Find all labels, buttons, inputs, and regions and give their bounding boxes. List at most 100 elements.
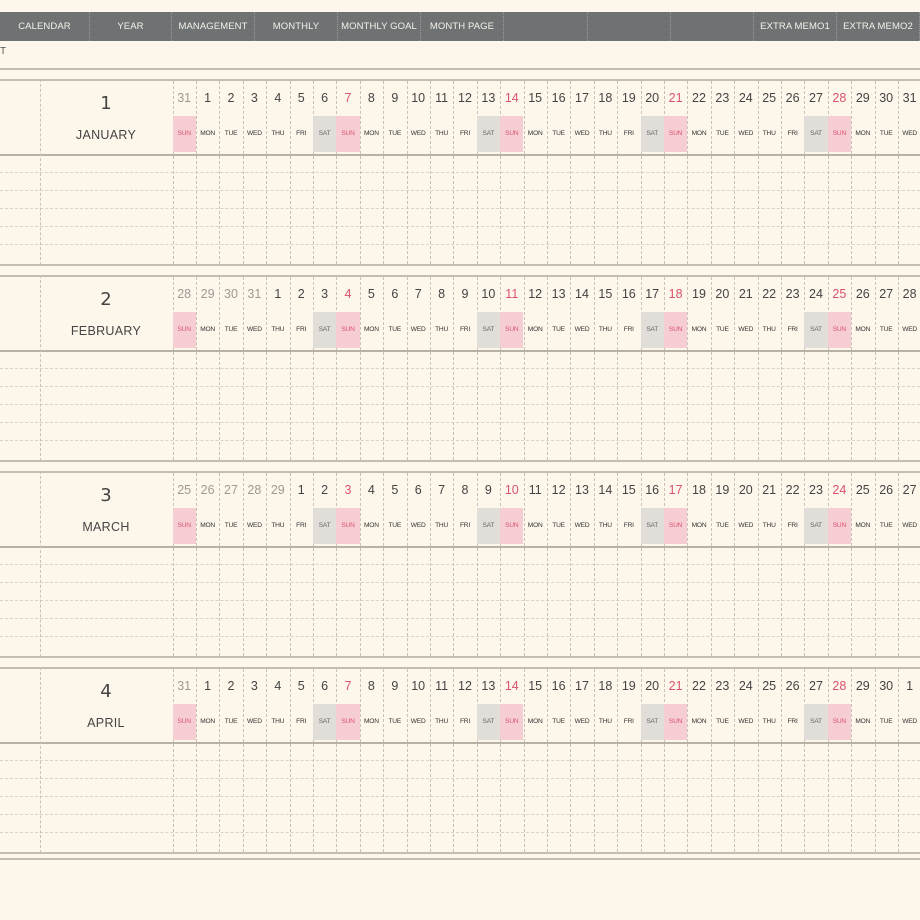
day-number[interactable]: 3 bbox=[313, 287, 336, 301]
day-number[interactable]: 28 bbox=[898, 287, 920, 301]
day-number[interactable]: 16 bbox=[641, 483, 664, 497]
day-number[interactable]: 19 bbox=[687, 287, 710, 301]
day-number[interactable]: 20 bbox=[734, 483, 757, 497]
day-number[interactable]: 1 bbox=[898, 679, 920, 693]
day-number[interactable]: 16 bbox=[617, 287, 640, 301]
day-number[interactable]: 5 bbox=[290, 91, 313, 105]
day-number[interactable]: 26 bbox=[781, 91, 804, 105]
day-number[interactable]: 22 bbox=[687, 91, 710, 105]
day-number[interactable]: 21 bbox=[664, 91, 687, 105]
nav-tab-management[interactable]: MANAGEMENT bbox=[172, 12, 255, 41]
day-number[interactable]: 18 bbox=[594, 679, 617, 693]
day-number[interactable]: 1 bbox=[196, 679, 219, 693]
day-number[interactable]: 7 bbox=[336, 679, 359, 693]
day-number[interactable]: 4 bbox=[266, 679, 289, 693]
day-number[interactable]: 5 bbox=[360, 287, 383, 301]
day-number[interactable]: 11 bbox=[430, 91, 453, 105]
day-number[interactable]: 2 bbox=[219, 91, 242, 105]
day-number[interactable]: 10 bbox=[477, 287, 500, 301]
day-number[interactable]: 26 bbox=[875, 483, 898, 497]
day-number[interactable]: 31 bbox=[173, 679, 196, 693]
nav-tab-calendar[interactable]: CALENDAR bbox=[0, 12, 90, 41]
day-number[interactable]: 19 bbox=[617, 91, 640, 105]
day-number[interactable]: 19 bbox=[617, 679, 640, 693]
day-number[interactable]: 19 bbox=[711, 483, 734, 497]
day-number[interactable]: 27 bbox=[804, 91, 827, 105]
day-number[interactable]: 8 bbox=[360, 679, 383, 693]
day-number[interactable]: 25 bbox=[173, 483, 196, 497]
day-number[interactable]: 28 bbox=[243, 483, 266, 497]
day-number[interactable]: 16 bbox=[547, 679, 570, 693]
day-number[interactable]: 24 bbox=[734, 679, 757, 693]
day-number[interactable]: 2 bbox=[290, 287, 313, 301]
day-number[interactable]: 12 bbox=[524, 287, 547, 301]
day-number[interactable]: 6 bbox=[313, 91, 336, 105]
day-number[interactable]: 27 bbox=[219, 483, 242, 497]
day-number[interactable]: 5 bbox=[290, 679, 313, 693]
day-number[interactable]: 9 bbox=[383, 91, 406, 105]
day-number[interactable]: 26 bbox=[196, 483, 219, 497]
day-number[interactable]: 4 bbox=[336, 287, 359, 301]
day-number[interactable]: 20 bbox=[641, 679, 664, 693]
day-number[interactable]: 12 bbox=[453, 91, 476, 105]
nav-tab-blank-8[interactable] bbox=[671, 12, 754, 41]
day-number[interactable]: 18 bbox=[594, 91, 617, 105]
day-number[interactable]: 10 bbox=[407, 91, 430, 105]
day-number[interactable]: 1 bbox=[196, 91, 219, 105]
day-number[interactable]: 6 bbox=[383, 287, 406, 301]
nav-tab-monthly-goal[interactable]: MONTHLY GOAL bbox=[338, 12, 421, 41]
day-number[interactable]: 29 bbox=[266, 483, 289, 497]
nav-tab-extra-memo1[interactable]: EXTRA MEMO1 bbox=[754, 12, 837, 41]
day-number[interactable]: 24 bbox=[828, 483, 851, 497]
day-number[interactable]: 22 bbox=[758, 287, 781, 301]
day-number[interactable]: 6 bbox=[407, 483, 430, 497]
day-number[interactable]: 7 bbox=[336, 91, 359, 105]
day-number[interactable]: 15 bbox=[524, 679, 547, 693]
day-number[interactable]: 3 bbox=[336, 483, 359, 497]
day-number[interactable]: 9 bbox=[477, 483, 500, 497]
day-number[interactable]: 7 bbox=[407, 287, 430, 301]
day-number[interactable]: 27 bbox=[804, 679, 827, 693]
day-number[interactable]: 23 bbox=[711, 679, 734, 693]
day-number[interactable]: 5 bbox=[383, 483, 406, 497]
day-number[interactable]: 28 bbox=[828, 679, 851, 693]
day-number[interactable]: 6 bbox=[313, 679, 336, 693]
day-number[interactable]: 25 bbox=[851, 483, 874, 497]
day-number[interactable]: 27 bbox=[898, 483, 920, 497]
day-number[interactable]: 15 bbox=[617, 483, 640, 497]
day-number[interactable]: 1 bbox=[290, 483, 313, 497]
day-number[interactable]: 15 bbox=[524, 91, 547, 105]
day-number[interactable]: 2 bbox=[313, 483, 336, 497]
day-number[interactable]: 11 bbox=[500, 287, 523, 301]
day-number[interactable]: 9 bbox=[453, 287, 476, 301]
day-number[interactable]: 25 bbox=[758, 91, 781, 105]
day-number[interactable]: 15 bbox=[594, 287, 617, 301]
day-number[interactable]: 26 bbox=[781, 679, 804, 693]
day-number[interactable]: 21 bbox=[734, 287, 757, 301]
day-number[interactable]: 16 bbox=[547, 91, 570, 105]
day-number[interactable]: 13 bbox=[477, 679, 500, 693]
day-number[interactable]: 13 bbox=[570, 483, 593, 497]
day-number[interactable]: 29 bbox=[851, 679, 874, 693]
day-number[interactable]: 21 bbox=[664, 679, 687, 693]
day-number[interactable]: 12 bbox=[547, 483, 570, 497]
day-number[interactable]: 30 bbox=[219, 287, 242, 301]
day-number[interactable]: 27 bbox=[875, 287, 898, 301]
day-number[interactable]: 4 bbox=[266, 91, 289, 105]
day-number[interactable]: 12 bbox=[453, 679, 476, 693]
day-number[interactable]: 14 bbox=[594, 483, 617, 497]
day-number[interactable]: 18 bbox=[664, 287, 687, 301]
day-number[interactable]: 14 bbox=[570, 287, 593, 301]
day-number[interactable]: 24 bbox=[734, 91, 757, 105]
day-number[interactable]: 4 bbox=[360, 483, 383, 497]
day-number[interactable]: 31 bbox=[173, 91, 196, 105]
day-number[interactable]: 24 bbox=[804, 287, 827, 301]
day-number[interactable]: 13 bbox=[547, 287, 570, 301]
day-number[interactable]: 22 bbox=[781, 483, 804, 497]
day-number[interactable]: 2 bbox=[219, 679, 242, 693]
day-number[interactable]: 17 bbox=[641, 287, 664, 301]
day-number[interactable]: 30 bbox=[875, 679, 898, 693]
day-number[interactable]: 31 bbox=[898, 91, 920, 105]
day-number[interactable]: 14 bbox=[500, 91, 523, 105]
day-number[interactable]: 17 bbox=[664, 483, 687, 497]
